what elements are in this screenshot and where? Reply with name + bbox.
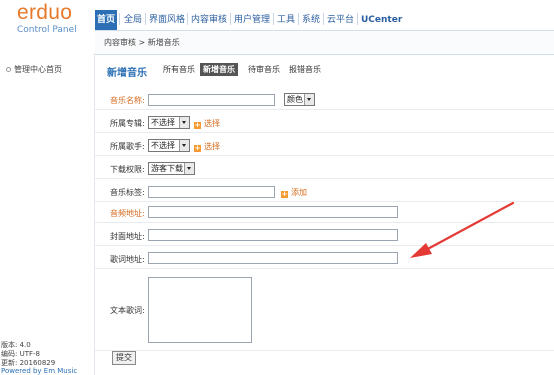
form-row-tags: 音乐标签: + 添加 (95, 182, 554, 202)
lyric-url-input[interactable] (148, 252, 398, 264)
singer-select[interactable]: 不选择 (148, 139, 190, 152)
form-row-album: 所属专辑: 不选择 + 选择 (95, 113, 554, 133)
nav-divider (357, 13, 358, 25)
tab-pending-music[interactable]: 待审音乐 (245, 63, 283, 76)
album-select-value: 不选择 (151, 118, 175, 127)
download-select-value: 游客下载 (151, 164, 183, 173)
singer-label: 所属歌手: (110, 142, 145, 151)
audio-url-input[interactable] (148, 206, 398, 218)
nav-ucenter[interactable]: UCenter (359, 10, 404, 30)
top-nav: 首页 全局 界面风格 内容审核 用户管理 工具 系统 云平台 UCenter (95, 8, 554, 30)
nav-global[interactable]: 全局 (122, 10, 144, 30)
singer-choose-link[interactable]: + 选择 (194, 141, 220, 152)
sub-nav: 新增音乐 所有音乐 新增音乐 待审音乐 报错音乐 (95, 54, 554, 79)
nav-divider (119, 13, 120, 25)
bullet-icon (6, 67, 11, 72)
nav-divider (230, 13, 231, 25)
section-title: 新增音乐 (107, 68, 147, 79)
nav-divider (298, 13, 299, 25)
chevron-down-icon (304, 94, 314, 105)
lyric-url-label: 歌词地址: (110, 255, 145, 264)
album-select[interactable]: 不选择 (148, 116, 190, 129)
music-tag-input[interactable] (148, 186, 275, 198)
form-row-download: 下载权限: 游客下载 (95, 159, 554, 179)
color-select-value: 颜色 (287, 95, 303, 104)
music-tag-label: 音乐标签: (110, 188, 145, 197)
cover-url-label: 封面地址: (110, 232, 145, 241)
nav-divider (323, 13, 324, 25)
download-permission-label: 下载权限: (110, 165, 145, 174)
color-select[interactable]: 颜色 (284, 93, 315, 106)
album-choose-label: 选择 (204, 119, 220, 128)
audio-url-label: 音频地址: (110, 209, 145, 218)
form-row-cover: 封面地址: (95, 226, 554, 246)
album-label: 所属专辑: (110, 119, 145, 128)
nav-tools[interactable]: 工具 (275, 10, 297, 30)
chevron-down-icon (184, 163, 194, 174)
add-tag-link[interactable]: + 添加 (281, 187, 307, 198)
form-row-text-lyric: 文本歌词: (95, 269, 554, 351)
nav-divider (187, 13, 188, 25)
form-row-name: 音乐名称: 颜色 (95, 90, 554, 110)
sidebar: 管理中心首页 版本: 4.0 编码: UTF-8 更新: 20160829 Po… (0, 53, 95, 375)
form-row-singer: 所属歌手: 不选择 + 选择 (95, 136, 554, 156)
sidebar-item-admin-home[interactable]: 管理中心首页 (6, 64, 62, 75)
text-lyric-textarea[interactable] (148, 277, 252, 343)
submit-button[interactable]: 提交 (112, 351, 136, 365)
tab-reported-music[interactable]: 报错音乐 (286, 63, 324, 76)
tab-all-music[interactable]: 所有音乐 (160, 63, 198, 76)
form-row-lyric-url: 歌词地址: (95, 249, 554, 269)
cover-url-input[interactable] (148, 229, 398, 241)
chevron-down-icon (179, 140, 189, 151)
nav-system[interactable]: 系统 (300, 10, 322, 30)
nav-divider (273, 13, 274, 25)
plus-icon: + (194, 144, 201, 152)
nav-cloud-platform[interactable]: 云平台 (325, 10, 356, 30)
sidebar-item-label: 管理中心首页 (14, 65, 62, 74)
logo-subtitle: Control Panel (17, 25, 77, 35)
nav-user-management[interactable]: 用户管理 (232, 10, 272, 30)
logo-word: erduo (17, 1, 73, 24)
nav-divider (145, 13, 146, 25)
plus-icon: + (194, 121, 201, 129)
breadcrumb: 内容审核 > 新增音乐 (104, 38, 180, 47)
breadcrumb-bar: 内容审核 > 新增音乐 (95, 30, 554, 55)
powered-by-link[interactable]: Powered by Em Music (1, 367, 77, 375)
album-choose-link[interactable]: + 选择 (194, 118, 220, 129)
singer-choose-label: 选择 (204, 142, 220, 151)
plus-icon: + (281, 190, 288, 198)
nav-theme[interactable]: 界面风格 (147, 10, 187, 30)
add-tag-label: 添加 (291, 188, 307, 197)
singer-select-value: 不选择 (151, 141, 175, 150)
tab-new-music[interactable]: 新增音乐 (200, 63, 238, 76)
main-content: 新增音乐 所有音乐 新增音乐 待审音乐 报错音乐 音乐名称: 颜色 所属专辑: … (95, 54, 554, 375)
logo: erduo Control Panel (0, 0, 95, 38)
text-lyric-label: 文本歌词: (110, 306, 145, 315)
nav-content-review[interactable]: 内容审核 (189, 10, 229, 30)
music-name-input[interactable] (148, 94, 275, 106)
chevron-down-icon (179, 117, 189, 128)
form-row-audio: 音频地址: (95, 203, 554, 223)
nav-home[interactable]: 首页 (95, 10, 118, 30)
download-permission-select[interactable]: 游客下载 (148, 162, 195, 175)
music-name-label: 音乐名称: (110, 96, 145, 105)
